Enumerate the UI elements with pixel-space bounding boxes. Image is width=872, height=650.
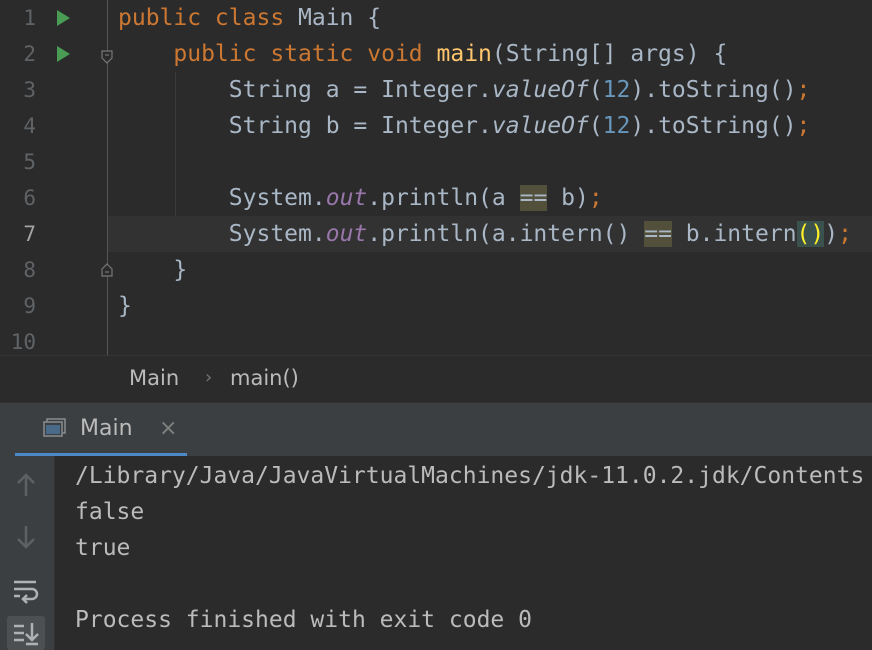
breadcrumb-method[interactable]: main() xyxy=(230,366,299,390)
code-token: == xyxy=(644,221,672,247)
code-text: public static void main(String[] args) { xyxy=(118,36,727,72)
code-line[interactable]: 3 String a = Integer.valueOf(12).toStrin… xyxy=(0,72,872,108)
code-token: public class xyxy=(118,5,299,31)
code-token: String b = Integer. xyxy=(118,113,492,139)
code-editor[interactable]: 1 public class Main {2 public static void… xyxy=(0,0,872,355)
line-number[interactable]: 1 xyxy=(0,0,36,36)
code-token: } xyxy=(118,257,188,283)
code-token: 12 xyxy=(602,113,631,139)
up-arrow-icon[interactable] xyxy=(7,466,45,504)
close-icon[interactable]: × xyxy=(159,416,177,441)
run-tool-window-tabs: Main × xyxy=(0,402,872,457)
code-token: ; xyxy=(588,185,603,211)
console-line: Process finished with exit code 0 xyxy=(75,607,532,633)
fold-icon[interactable] xyxy=(101,262,113,277)
scroll-to-end-icon[interactable] xyxy=(7,616,45,650)
code-token: ).toString() xyxy=(630,113,797,139)
breadcrumb-class[interactable]: Main xyxy=(129,366,179,390)
code-token: (String[] args) { xyxy=(491,41,728,67)
code-line[interactable]: 2 public static void main(String[] args)… xyxy=(0,36,872,72)
code-token: ) xyxy=(824,221,839,247)
code-token: .println(a.intern() xyxy=(367,221,645,247)
line-number[interactable]: 10 xyxy=(0,324,36,355)
code-token: .println(a xyxy=(367,185,520,211)
code-token: main xyxy=(436,41,492,67)
down-arrow-icon[interactable] xyxy=(7,518,45,556)
code-text: } xyxy=(118,252,187,288)
code-token: valueOf xyxy=(491,113,589,139)
code-token: ).toString() xyxy=(630,77,797,103)
code-token: ( xyxy=(588,77,603,103)
code-token: public static void xyxy=(118,41,437,67)
code-text: String a = Integer.valueOf(12).toString(… xyxy=(118,72,811,108)
line-number[interactable]: 5 xyxy=(0,144,36,180)
code-line[interactable]: 5 xyxy=(0,144,872,180)
code-line[interactable]: 9} xyxy=(0,288,872,324)
code-token: out xyxy=(325,185,368,211)
soft-wrap-icon[interactable] xyxy=(7,572,45,610)
code-text: } xyxy=(118,288,132,324)
code-token: b) xyxy=(547,185,589,211)
line-number[interactable]: 4 xyxy=(0,108,36,144)
code-token: valueOf xyxy=(491,77,589,103)
breadcrumb: Main › main() xyxy=(0,355,872,403)
breadcrumb-separator: › xyxy=(205,367,213,388)
code-token: } xyxy=(118,293,132,319)
code-token: ; xyxy=(796,113,811,139)
code-token: 12 xyxy=(602,77,631,103)
code-line[interactable]: 6 System.out.println(a == b); xyxy=(0,180,872,216)
line-number[interactable]: 9 xyxy=(0,288,36,324)
line-number[interactable]: 6 xyxy=(0,180,36,216)
console-line: false xyxy=(75,499,145,525)
code-token: == xyxy=(519,185,548,211)
code-line[interactable]: 1 public class Main { xyxy=(0,0,872,36)
code-token: ; xyxy=(838,221,852,247)
code-line[interactable]: 7 System.out.println(a.intern() == b.int… xyxy=(0,216,872,252)
code-token: b.intern xyxy=(671,221,797,247)
code-token: String a = Integer. xyxy=(118,77,492,103)
run-icon[interactable] xyxy=(57,46,70,62)
code-token: Main { xyxy=(298,5,382,31)
code-text: System.out.println(a.intern() == b.inter… xyxy=(118,216,852,252)
console-icon xyxy=(43,418,67,438)
code-line[interactable]: 4 String b = Integer.valueOf(12).toStrin… xyxy=(0,108,872,144)
code-token: out xyxy=(325,221,368,247)
line-number[interactable]: 7 xyxy=(0,216,36,252)
console-line: true xyxy=(75,535,131,561)
code-token: System. xyxy=(118,221,326,247)
console-output[interactable]: /Library/Java/JavaVirtualMachines/jdk-11… xyxy=(55,456,872,650)
code-token: System. xyxy=(118,185,326,211)
console-toolbar xyxy=(0,456,55,650)
code-text: String b = Integer.valueOf(12).toString(… xyxy=(118,108,811,144)
code-token: ( xyxy=(588,113,603,139)
code-line[interactable]: 10 xyxy=(0,324,872,355)
run-icon[interactable] xyxy=(57,10,70,26)
line-number[interactable]: 3 xyxy=(0,72,36,108)
console-line: /Library/Java/JavaVirtualMachines/jdk-11… xyxy=(75,463,865,489)
code-line[interactable]: 8 } xyxy=(0,252,872,288)
line-number[interactable]: 8 xyxy=(0,252,36,288)
code-text: System.out.println(a == b); xyxy=(118,180,603,216)
fold-icon[interactable] xyxy=(101,49,113,64)
run-tab-main[interactable]: Main × xyxy=(15,403,187,457)
line-number[interactable]: 2 xyxy=(0,36,36,72)
code-token: () xyxy=(796,221,825,247)
code-text: public class Main { xyxy=(118,0,381,36)
run-tab-label: Main xyxy=(80,416,133,441)
code-token: ; xyxy=(796,77,811,103)
